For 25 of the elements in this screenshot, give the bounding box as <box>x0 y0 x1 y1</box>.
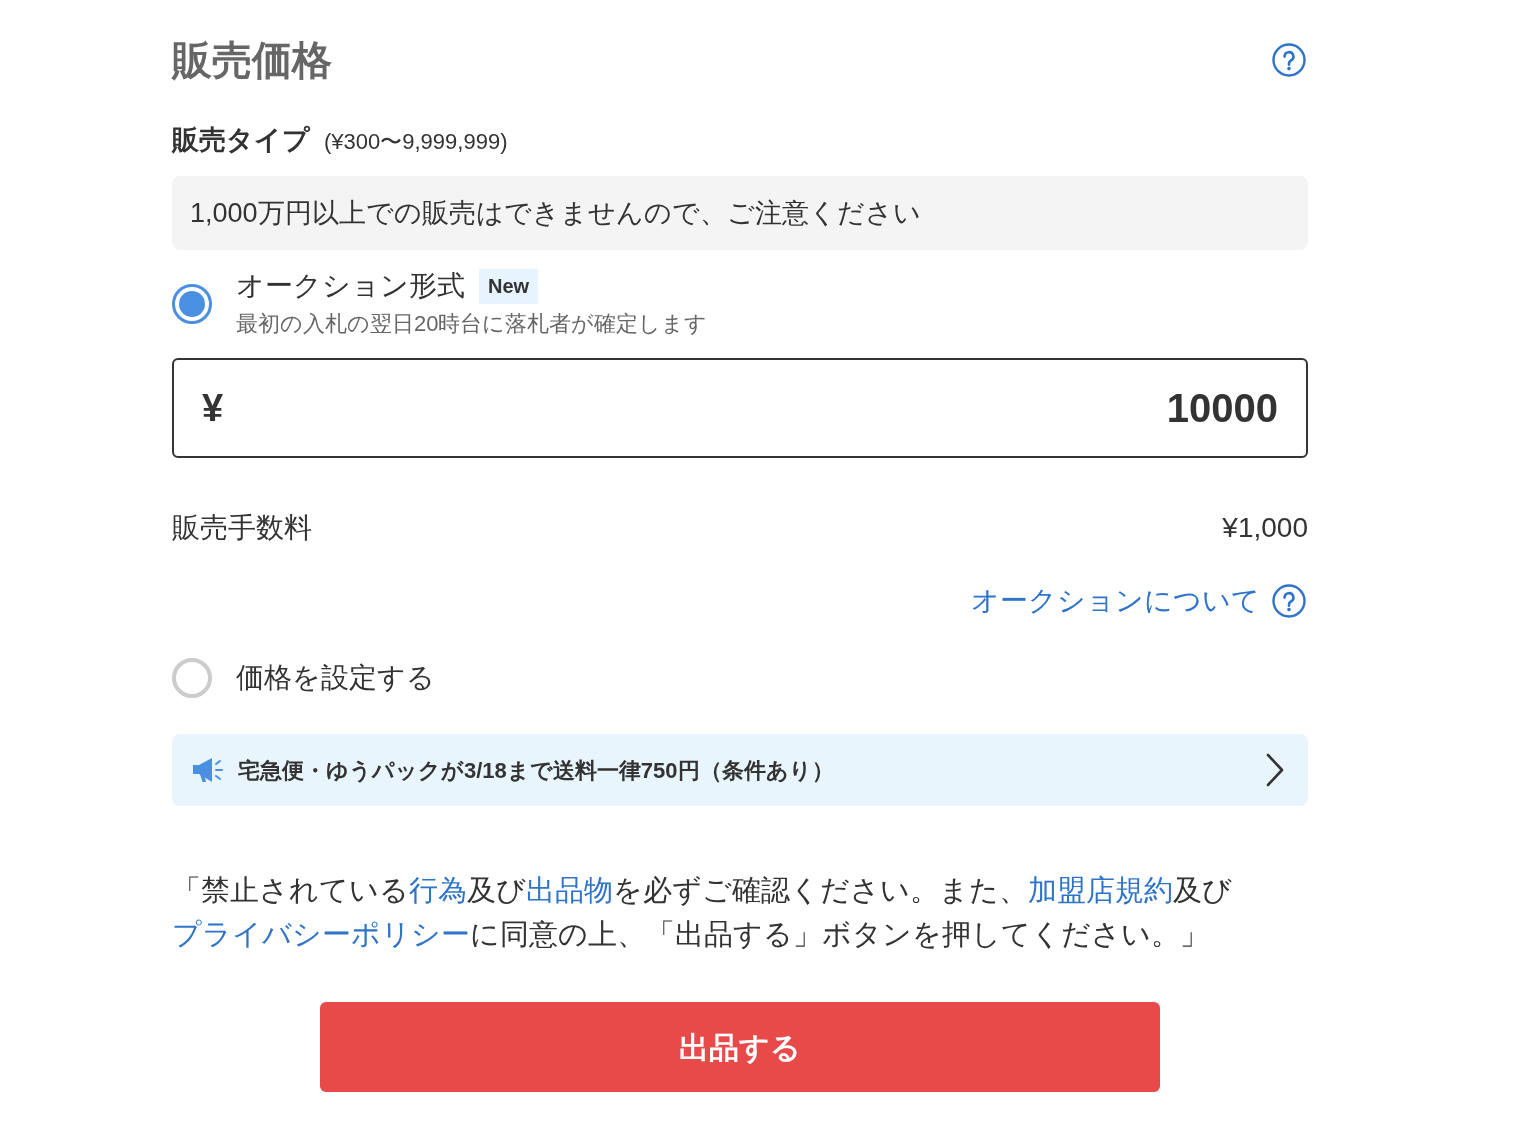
currency-symbol: ¥ <box>202 386 224 430</box>
notice-text: 1,000万円以上での販売はできませんので、ご注意ください <box>172 176 1308 250</box>
new-badge: New <box>479 268 539 304</box>
agreement-link[interactable]: 出品物 <box>526 874 613 906</box>
shipping-promo-banner[interactable]: 宅急便・ゆうパックが3/18まで送料一律750円（条件あり） <box>172 734 1308 806</box>
chevron-right-icon <box>1266 753 1284 787</box>
field-label: 販売タイプ <box>172 124 310 156</box>
agreement-link[interactable]: プライバシーポリシー <box>172 918 470 950</box>
radio-button[interactable] <box>172 284 212 324</box>
help-icon[interactable] <box>1272 584 1306 618</box>
section-title: 販売価格 <box>172 37 332 84</box>
option-label: オークション形式 <box>236 269 465 303</box>
fee-label: 販売手数料 <box>172 511 312 545</box>
price-range-text: (¥300〜9,999,999) <box>324 128 508 156</box>
option-description: 最初の入札の翌日20時台に落札者が確定します <box>236 310 708 338</box>
radio-button[interactable] <box>172 658 212 698</box>
option-label: 価格を設定する <box>236 661 435 695</box>
megaphone-icon <box>192 756 224 784</box>
agreement-link[interactable]: 行為 <box>409 874 467 906</box>
fee-amount: ¥1,000 <box>1222 511 1308 545</box>
agreement-text: 「禁止されている行為及び出品物を必ずご確認ください。また、加盟店規約及び プライバシーポリシーに同意の上、「出品する」ボタンを押してください。」 <box>172 873 1233 952</box>
help-icon[interactable] <box>1272 43 1306 77</box>
auction-info-link[interactable]: オークションについて <box>971 581 1308 621</box>
agreement-link[interactable]: 加盟店規約 <box>1028 874 1173 906</box>
submit-button[interactable]: 出品する <box>320 1002 1160 1092</box>
